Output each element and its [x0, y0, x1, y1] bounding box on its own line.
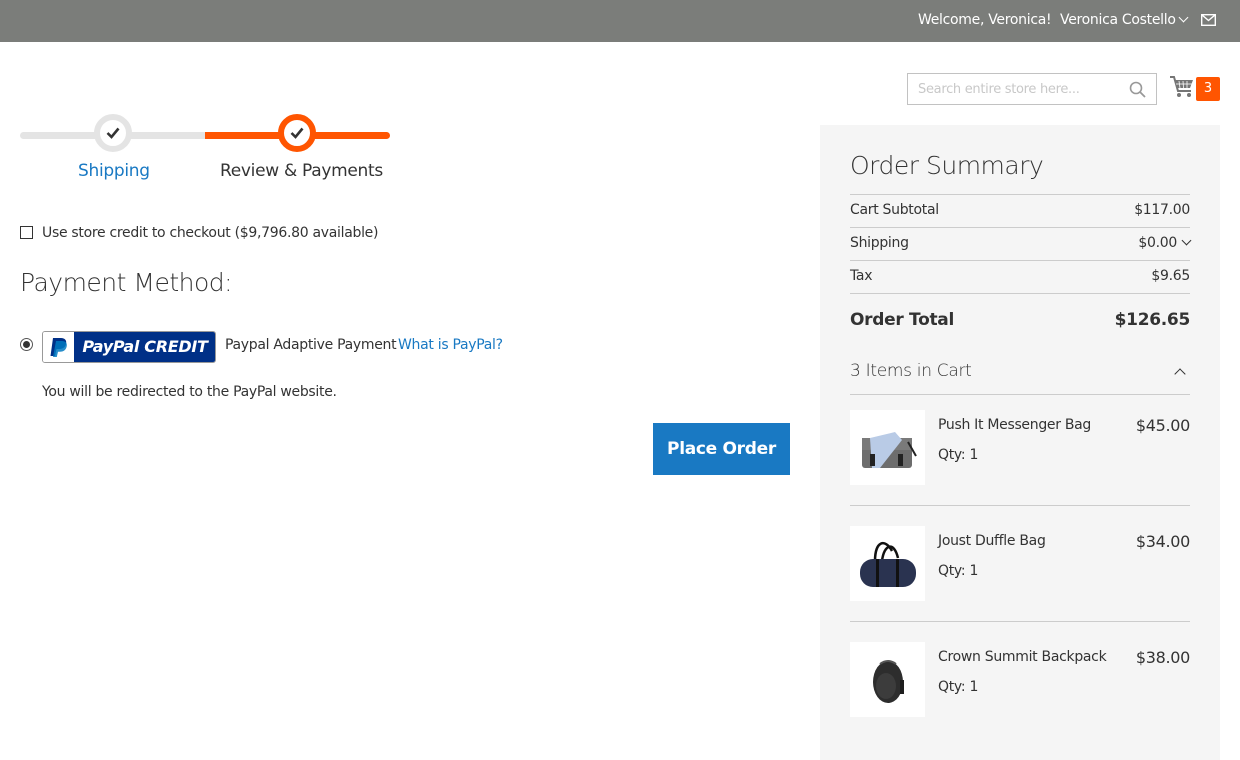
top-header-bar: Welcome, Veronica! Veronica Costello — [0, 0, 1240, 42]
store-credit-checkbox[interactable] — [20, 226, 33, 239]
cart-item: Crown Summit Backpack Qty: 1 $38.00 — [850, 642, 1190, 722]
checkmark-icon — [290, 127, 304, 139]
row-value: $117.00 — [1134, 202, 1190, 218]
step-review-label: Review & Payments — [220, 161, 383, 181]
row-value: $9.65 — [1151, 268, 1190, 284]
item-qty: Qty: 1 — [938, 563, 979, 579]
place-order-button[interactable]: Place Order — [653, 423, 790, 475]
divider — [850, 260, 1190, 261]
what-is-paypal-link[interactable]: What is PayPal? — [398, 337, 503, 353]
checkout-progress-bar: Shipping Review & Payments — [20, 114, 390, 184]
paypal-credit-logo: PayPal CREDIT — [42, 331, 216, 363]
shipping-value-toggle[interactable]: $0.00 — [1138, 235, 1192, 251]
mail-icon[interactable] — [1201, 14, 1216, 26]
search-input[interactable] — [908, 74, 1118, 104]
item-price: $38.00 — [1135, 648, 1190, 667]
duffle-bag-image — [850, 526, 925, 601]
item-price: $34.00 — [1135, 532, 1190, 551]
checkmark-icon — [106, 127, 120, 139]
divider — [850, 194, 1190, 195]
items-in-cart-title: 3 Items in Cart — [850, 361, 972, 381]
step-shipping-marker[interactable] — [94, 114, 132, 152]
cart-item: Joust Duffle Bag Qty: 1 $34.00 — [850, 526, 1190, 606]
account-name: Veronica Costello — [1060, 12, 1176, 28]
step-shipping-link[interactable]: Shipping — [78, 161, 150, 181]
divider — [850, 505, 1190, 506]
step-review-marker — [278, 114, 316, 152]
chevron-down-icon — [1181, 235, 1192, 246]
account-dropdown[interactable]: Veronica Costello — [1060, 12, 1189, 28]
row-value: $0.00 — [1138, 235, 1177, 251]
chevron-down-icon — [1178, 12, 1189, 23]
radio-selected-dot — [23, 341, 30, 348]
item-name: Push It Messenger Bag — [938, 417, 1091, 433]
backpack-image — [850, 642, 925, 717]
row-label: Shipping — [850, 235, 909, 251]
messenger-bag-image — [850, 410, 925, 485]
item-name: Joust Duffle Bag — [938, 533, 1046, 549]
item-qty: Qty: 1 — [938, 447, 979, 463]
order-total-value: $126.65 — [1114, 310, 1191, 330]
divider — [850, 621, 1190, 622]
item-price: $45.00 — [1135, 416, 1190, 435]
item-name: Crown Summit Backpack — [938, 649, 1107, 665]
payment-method-name[interactable]: Paypal Adaptive Payment — [225, 337, 397, 353]
store-credit-label[interactable]: Use store credit to checkout ($9,796.80 … — [42, 225, 378, 241]
paypal-credit-text: PayPal CREDIT — [74, 332, 215, 362]
search-icon[interactable] — [1129, 81, 1146, 98]
paypal-p-icon — [43, 332, 74, 362]
item-qty: Qty: 1 — [938, 679, 979, 695]
cart-icon — [1170, 76, 1193, 97]
order-summary-panel: Order Summary Cart Subtotal $117.00 Ship… — [820, 125, 1220, 760]
search-box — [907, 73, 1157, 105]
row-label: Tax — [850, 268, 873, 284]
payment-method-title: Payment Method: — [20, 268, 233, 297]
row-label: Cart Subtotal — [850, 202, 939, 218]
order-summary-title: Order Summary — [850, 151, 1044, 180]
divider — [850, 293, 1190, 294]
paypal-radio[interactable] — [20, 338, 33, 351]
order-total-label: Order Total — [850, 310, 954, 330]
divider — [850, 394, 1190, 395]
items-in-cart-toggle[interactable]: 3 Items in Cart — [850, 361, 1190, 381]
chevron-up-icon — [1174, 368, 1186, 380]
divider — [850, 227, 1190, 228]
redirect-note: You will be redirected to the PayPal web… — [42, 384, 337, 400]
cart-item: Push It Messenger Bag Qty: 1 $45.00 — [850, 410, 1190, 490]
cart-count-badge: 3 — [1196, 77, 1220, 101]
welcome-message: Welcome, Veronica! — [918, 12, 1052, 28]
